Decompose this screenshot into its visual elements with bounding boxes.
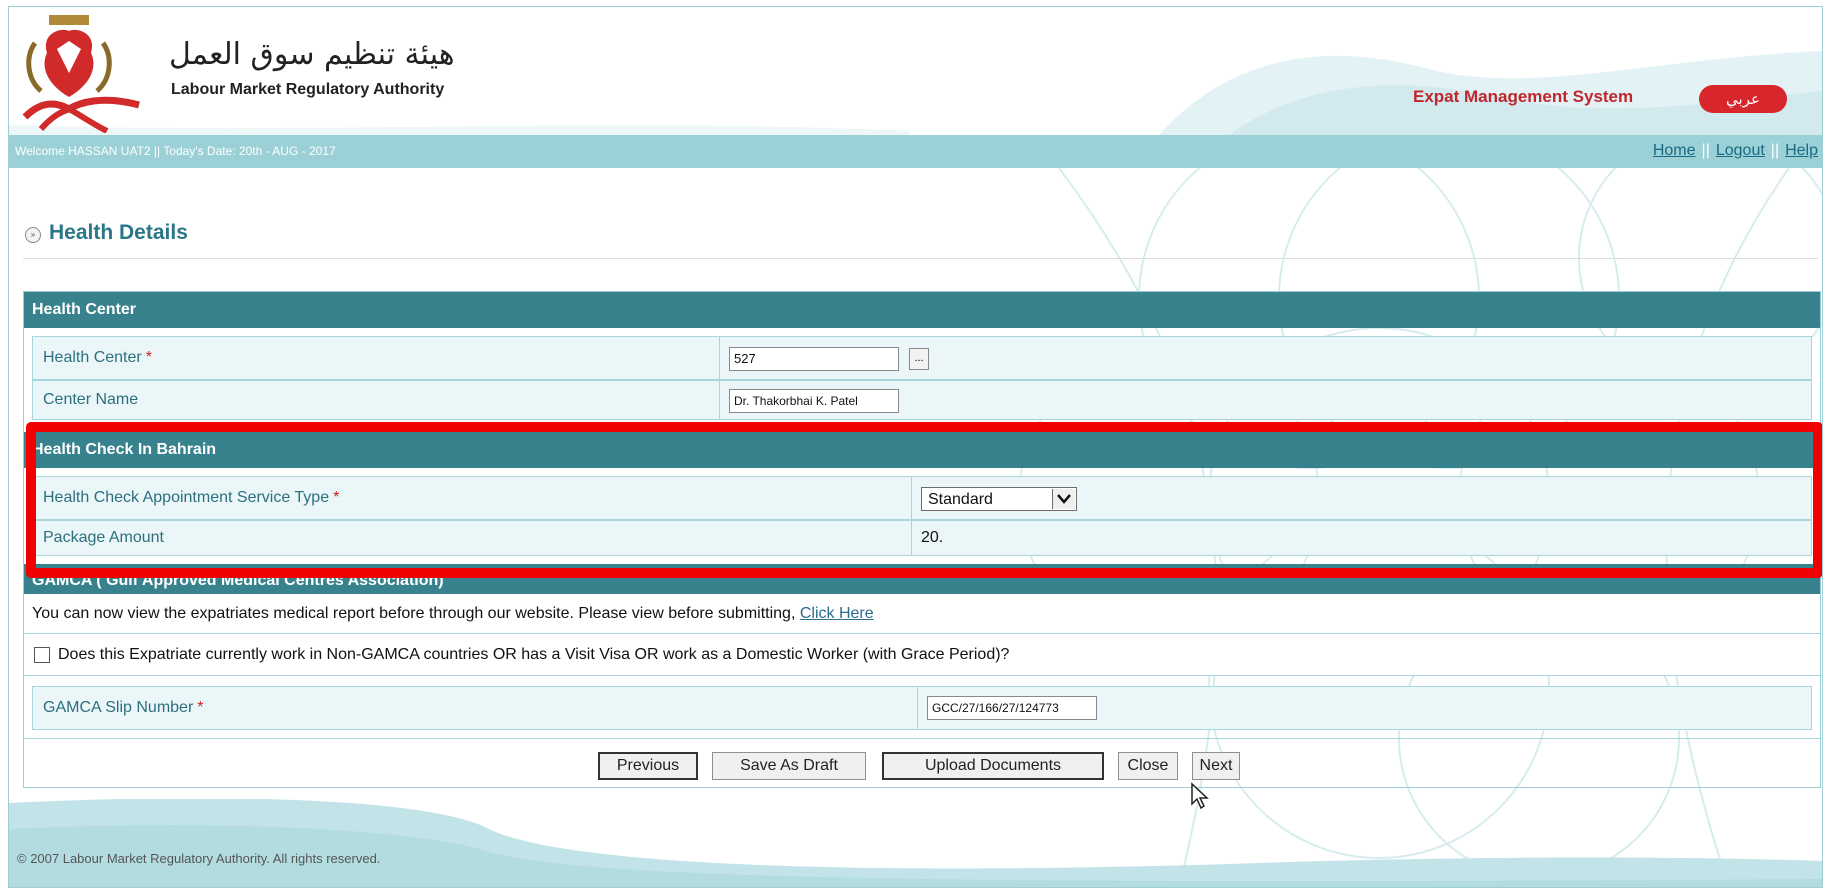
form-container: Health Center Health Center * 527 ... Cen… xyxy=(23,291,1821,788)
chevron-down-icon[interactable] xyxy=(1052,489,1075,509)
link-separator: || xyxy=(1701,142,1710,159)
required-marker: * xyxy=(333,489,340,506)
click-here-link[interactable]: Click Here xyxy=(800,605,874,622)
column-divider xyxy=(917,687,918,729)
welcome-date-text: Welcome HASSAN UAT2 || Today's Date: 20t… xyxy=(15,144,336,158)
required-marker: * xyxy=(145,349,152,366)
non-gamca-checkbox-label: Does this Expatriate currently work in N… xyxy=(58,646,1010,663)
logout-link[interactable]: Logout xyxy=(1716,142,1765,159)
gamca-info-row: You can now view the expatriates medical… xyxy=(24,594,1820,634)
next-button[interactable]: Next xyxy=(1192,752,1240,780)
gamca-slip-input[interactable]: GCC/27/166/27/124773 xyxy=(927,696,1097,720)
non-gamca-checkbox[interactable] xyxy=(34,647,50,663)
close-button[interactable]: Close xyxy=(1118,752,1178,780)
required-marker: * xyxy=(197,699,204,716)
section-header-gamca: GAMCA ( Gulf Approved Medical Centres As… xyxy=(24,564,1820,594)
logo-english-name: Labour Market Regulatory Authority xyxy=(171,81,445,98)
system-title: Expat Management System xyxy=(1413,87,1634,106)
health-center-input[interactable]: 527 xyxy=(729,347,899,371)
save-draft-button[interactable]: Save As Draft xyxy=(712,752,866,780)
service-type-selected-value: Standard xyxy=(928,491,993,508)
header: هيئة تنظيم سوق العمل Labour Market Regul… xyxy=(9,7,1822,135)
service-type-label: Health Check Appointment Service Type * xyxy=(43,489,340,506)
gamca-slip-label: GAMCA Slip Number * xyxy=(43,699,204,716)
service-type-select[interactable]: Standard xyxy=(921,487,1077,511)
row-package-amount: Package Amount 20. xyxy=(32,520,1812,556)
divider xyxy=(23,258,1818,259)
gamca-checkbox-row: Does this Expatriate currently work in N… xyxy=(24,634,1820,676)
center-name-label: Center Name xyxy=(43,391,139,408)
footer-copyright: © 2007 Labour Market Regulatory Authorit… xyxy=(17,851,381,866)
help-link[interactable]: Help xyxy=(1785,142,1818,159)
top-links: Home || Logout || Help xyxy=(1653,142,1818,160)
health-center-lookup-button[interactable]: ... xyxy=(909,348,929,370)
page-title: Health Details xyxy=(49,221,188,244)
package-amount-label: Package Amount xyxy=(43,529,164,546)
column-divider xyxy=(719,381,720,419)
center-name-input[interactable]: Dr. Thakorbhai K. Patel xyxy=(729,389,899,413)
footer-wave-decoration xyxy=(9,799,1822,887)
app-window: هيئة تنظيم سوق العمل Labour Market Regul… xyxy=(8,6,1823,888)
gamca-info-text: You can now view the expatriates medical… xyxy=(32,605,874,622)
home-link[interactable]: Home xyxy=(1653,142,1696,159)
column-divider xyxy=(911,477,912,519)
section-header-health-center: Health Center xyxy=(24,292,1820,328)
previous-button[interactable]: Previous xyxy=(598,752,698,780)
package-amount-value: 20. xyxy=(921,529,944,546)
divider xyxy=(24,738,1820,739)
row-health-center: Health Center * 527 ... xyxy=(32,336,1812,380)
upload-documents-button[interactable]: Upload Documents xyxy=(882,752,1104,780)
row-gamca-slip: GAMCA Slip Number * GCC/27/166/27/124773 xyxy=(32,686,1812,730)
info-bar: Welcome HASSAN UAT2 || Today's Date: 20t… xyxy=(9,135,1822,168)
arabic-language-button[interactable]: عربي xyxy=(1699,85,1787,113)
row-center-name: Center Name Dr. Thakorbhai K. Patel xyxy=(32,380,1812,420)
logo-arabic-name: هيئة تنظيم سوق العمل xyxy=(169,37,455,72)
health-center-label: Health Center * xyxy=(43,349,152,366)
link-separator: || xyxy=(1770,142,1780,159)
column-divider xyxy=(719,337,720,379)
lmra-emblem-icon xyxy=(22,15,140,133)
row-service-type: Health Check Appointment Service Type * S… xyxy=(32,476,1812,520)
column-divider xyxy=(911,521,912,555)
double-arrow-icon: » xyxy=(25,227,41,243)
section-header-health-check: Health Check In Bahrain xyxy=(24,432,1820,468)
